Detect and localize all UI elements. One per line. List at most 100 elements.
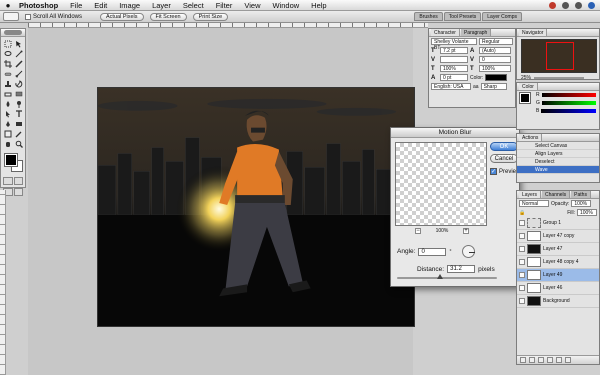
action-item[interactable]: Select Canvas: [517, 142, 599, 150]
full-screen-button[interactable]: [13, 188, 23, 196]
opacity-input[interactable]: 100%: [571, 200, 592, 207]
type-tool[interactable]: [14, 109, 24, 118]
standard-mode-button[interactable]: [3, 177, 13, 185]
filter-preview[interactable]: [395, 142, 487, 226]
green-slider[interactable]: [541, 101, 596, 105]
slice-tool[interactable]: [14, 59, 24, 68]
foreground-color-swatch[interactable]: [4, 153, 18, 167]
font-family-select[interactable]: Shelley Volante BT: [431, 38, 477, 51]
link-layers-icon[interactable]: [520, 357, 526, 363]
status-icon[interactable]: [549, 1, 556, 9]
menu-filter[interactable]: Filter: [210, 0, 239, 11]
gradient-tool[interactable]: [14, 89, 24, 98]
zoom-in-button[interactable]: +: [462, 228, 469, 234]
well-tab-tool-presets[interactable]: Tool Presets: [443, 12, 482, 21]
lasso-tool[interactable]: [3, 49, 13, 58]
text-color-swatch[interactable]: [485, 74, 508, 81]
vertical-scale-input[interactable]: 100%: [440, 65, 468, 72]
layer-mask-icon[interactable]: [538, 357, 544, 363]
volume-icon[interactable]: [575, 1, 582, 9]
view-box[interactable]: [546, 42, 574, 70]
visibility-eye-icon[interactable]: [519, 233, 525, 239]
navigator-thumbnail[interactable]: [521, 39, 597, 73]
angle-dial[interactable]: [462, 245, 476, 258]
horizontal-scale-input[interactable]: 100%: [479, 65, 511, 72]
red-slider[interactable]: [541, 93, 596, 97]
dialog-title[interactable]: Motion Blur: [391, 128, 519, 138]
action-item[interactable]: Align Layers: [517, 150, 599, 158]
layer-row[interactable]: Layer 48 copy 4: [517, 256, 599, 269]
antialias-select[interactable]: Sharp: [480, 83, 507, 90]
blend-mode-select[interactable]: Normal: [519, 200, 549, 207]
menu-select[interactable]: Select: [177, 0, 210, 11]
visibility-eye-icon[interactable]: [519, 259, 525, 265]
tab-navigator[interactable]: Navigator: [519, 29, 548, 36]
menu-edit[interactable]: Edit: [88, 0, 113, 11]
color-foreground-swatch[interactable]: [519, 92, 531, 104]
menu-file[interactable]: File: [64, 0, 88, 11]
navigator-zoom-slider[interactable]: [534, 77, 585, 79]
tool-preset-picker[interactable]: [3, 12, 19, 21]
new-layer-icon[interactable]: [556, 357, 562, 363]
new-group-icon[interactable]: [547, 357, 553, 363]
layer-row[interactable]: Layer 49: [517, 269, 599, 282]
wifi-icon[interactable]: [562, 1, 569, 9]
layer-row[interactable]: Layer 47: [517, 243, 599, 256]
action-item[interactable]: Deselect: [517, 158, 599, 166]
layer-row[interactable]: Background: [517, 295, 599, 308]
well-tab-layer-comps[interactable]: Layer Comps: [482, 12, 522, 21]
menu-help[interactable]: Help: [305, 0, 332, 11]
actual-pixels-button[interactable]: Actual Pixels: [100, 12, 144, 21]
menu-window[interactable]: Window: [266, 0, 305, 11]
font-size-select[interactable]: 7.2 pt: [440, 47, 468, 54]
notes-tool[interactable]: [3, 129, 13, 138]
tab-character[interactable]: Character: [431, 29, 460, 36]
angle-input[interactable]: 0: [418, 247, 447, 256]
menu-view[interactable]: View: [238, 0, 266, 11]
marquee-tool[interactable]: [3, 39, 13, 48]
history-brush-tool[interactable]: [14, 79, 24, 88]
tab-paragraph[interactable]: Paragraph: [460, 29, 492, 36]
layer-row[interactable]: Layer 47 copy: [517, 230, 599, 243]
fill-input[interactable]: 100%: [577, 209, 597, 216]
quick-mask-button[interactable]: [13, 177, 23, 185]
eraser-tool[interactable]: [3, 89, 13, 98]
leading-select[interactable]: (Auto): [479, 47, 511, 54]
distance-slider[interactable]: [397, 274, 497, 279]
eyedropper-tool[interactable]: [14, 129, 24, 138]
tracking-select[interactable]: 0: [479, 56, 511, 63]
tab-layers[interactable]: Layers: [519, 191, 542, 198]
tab-paths[interactable]: Paths: [571, 191, 591, 198]
kerning-select[interactable]: [440, 56, 468, 63]
visibility-eye-icon[interactable]: [519, 220, 525, 226]
cancel-button[interactable]: Cancel: [490, 154, 518, 163]
zoom-out-button[interactable]: −: [415, 228, 421, 234]
font-style-select[interactable]: Regular: [479, 38, 513, 45]
print-size-button[interactable]: Print Size: [192, 12, 229, 21]
document-canvas[interactable]: [97, 87, 415, 327]
move-tool[interactable]: [14, 39, 24, 48]
healing-brush-tool[interactable]: [3, 69, 13, 78]
visibility-eye-icon[interactable]: [519, 246, 525, 252]
ok-button[interactable]: OK: [490, 142, 518, 151]
toolbox-header[interactable]: [1, 29, 25, 37]
crop-tool[interactable]: [3, 59, 13, 68]
distance-input[interactable]: 31.2: [447, 265, 476, 273]
check-icon[interactable]: ✓: [490, 168, 497, 175]
pen-tool[interactable]: [3, 119, 13, 128]
layer-style-icon[interactable]: [529, 357, 535, 363]
clone-stamp-tool[interactable]: [3, 79, 13, 88]
menu-photoshop[interactable]: Photoshop: [13, 0, 64, 11]
lock-icon[interactable]: 🔒: [519, 210, 525, 216]
layer-row[interactable]: Group 1: [517, 217, 599, 230]
blue-slider[interactable]: [541, 109, 596, 113]
dodge-tool[interactable]: [14, 99, 24, 108]
trash-icon[interactable]: [565, 357, 571, 363]
action-item-selected[interactable]: Wave: [517, 166, 599, 174]
tab-actions[interactable]: Actions: [519, 134, 543, 141]
layer-row[interactable]: Layer 46: [517, 282, 599, 295]
magic-wand-tool[interactable]: [14, 49, 24, 58]
menu-layer[interactable]: Layer: [146, 0, 177, 11]
menu-image[interactable]: Image: [113, 0, 146, 11]
navigator-zoom-value[interactable]: 25%: [521, 75, 531, 81]
